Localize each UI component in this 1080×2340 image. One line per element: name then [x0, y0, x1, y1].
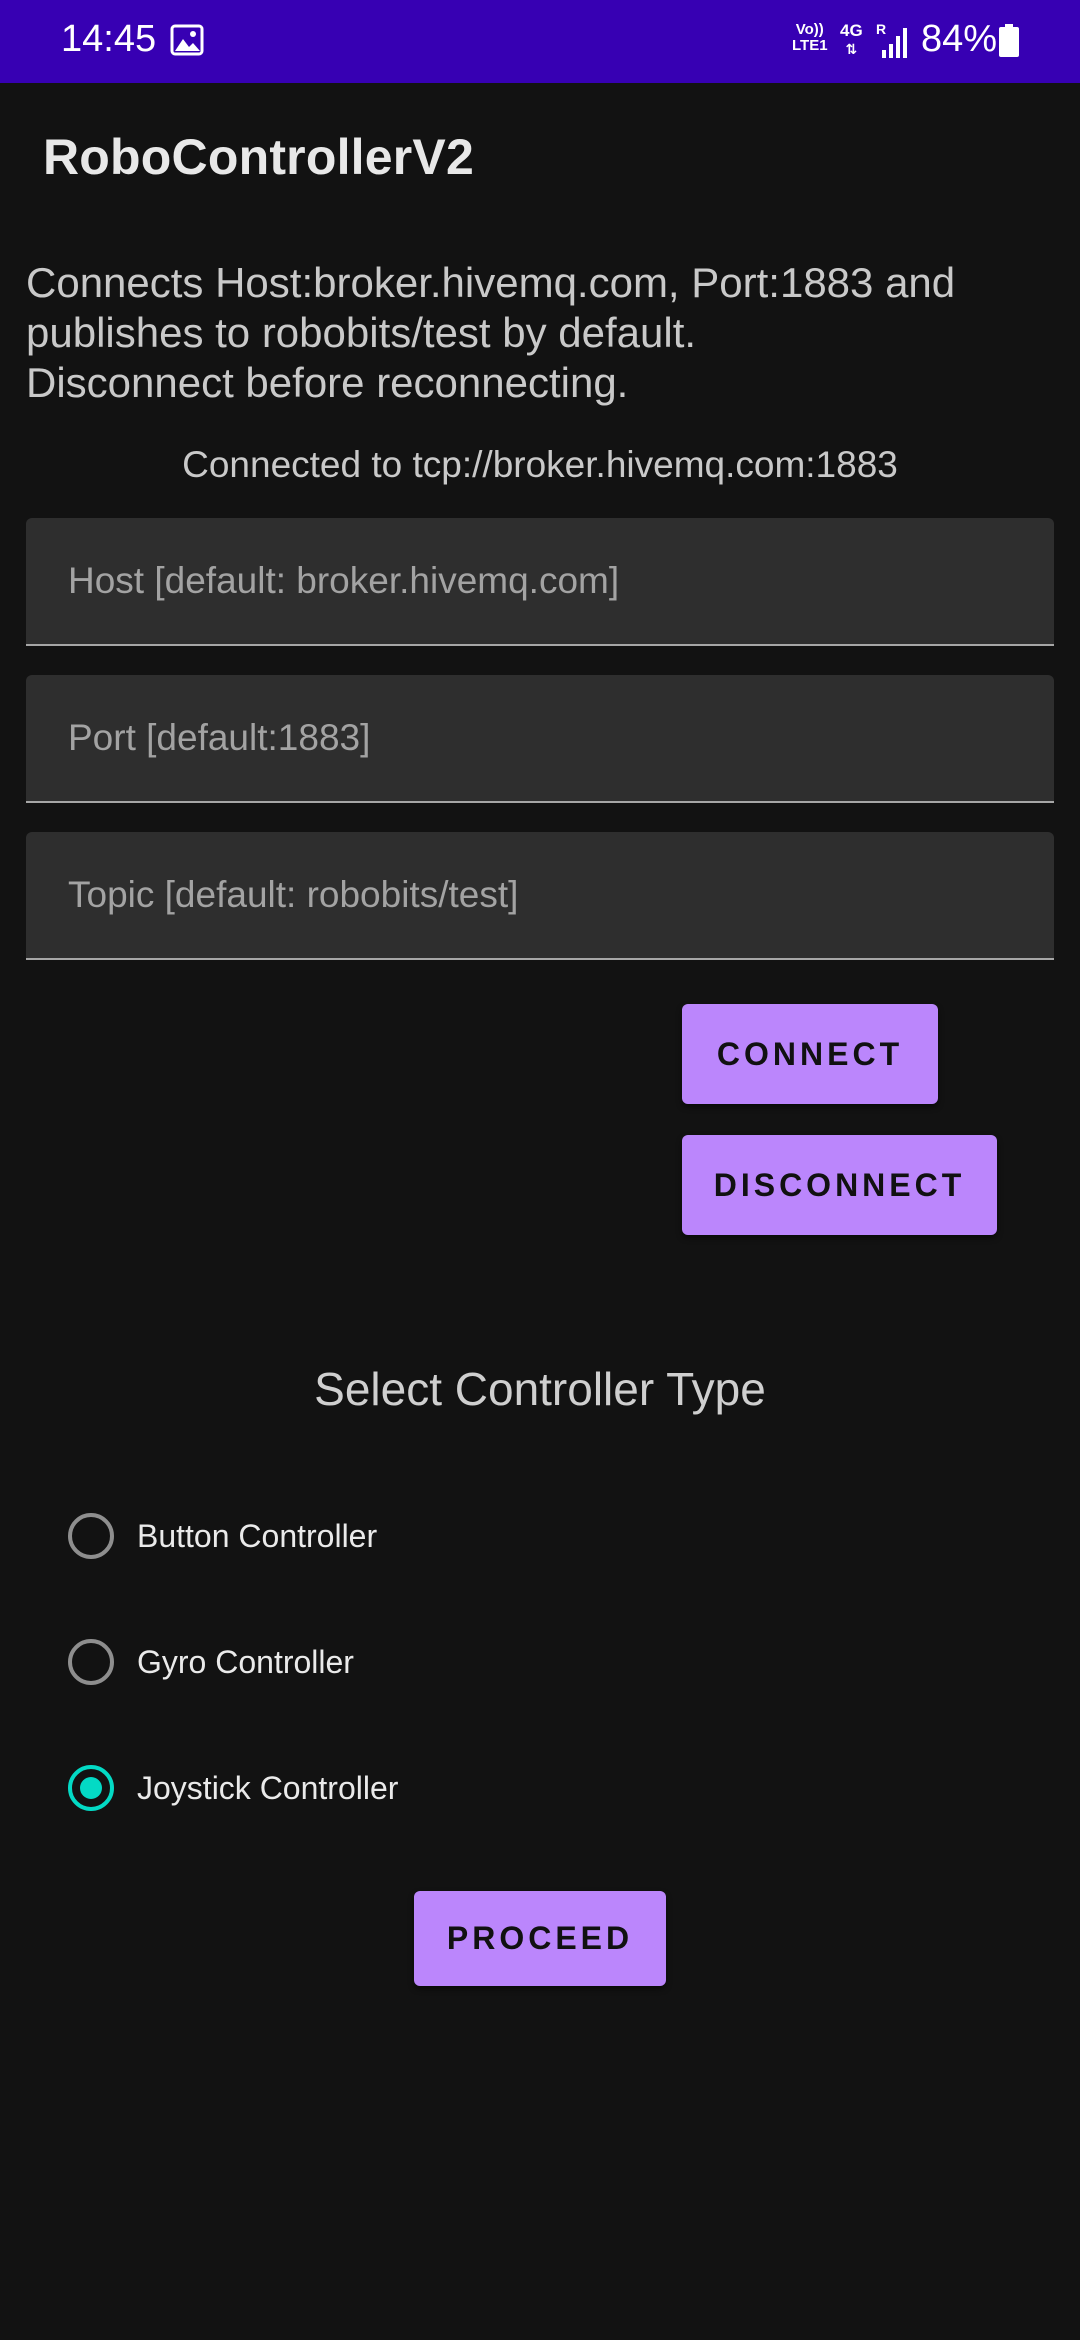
- radio-unchecked-icon[interactable]: [68, 1513, 114, 1559]
- mobile-data-label: 4G: [840, 21, 863, 40]
- battery-icon: [998, 24, 1020, 63]
- lte-label: LTE1: [792, 37, 828, 54]
- radio-label[interactable]: Joystick Controller: [137, 1770, 398, 1807]
- radio-label[interactable]: Gyro Controller: [137, 1644, 354, 1681]
- radio-label[interactable]: Button Controller: [137, 1518, 377, 1555]
- port-field[interactable]: [26, 675, 1054, 803]
- description-line: Connects Host:broker.hivemq.com, Port:18…: [26, 259, 956, 306]
- battery-percent: 84%: [921, 18, 998, 60]
- radio-checked-icon[interactable]: [68, 1765, 114, 1811]
- connect-button[interactable]: CONNECT: [682, 1004, 938, 1104]
- host-field[interactable]: [26, 518, 1054, 646]
- proceed-button[interactable]: PROCEED: [414, 1891, 666, 1986]
- mobile-data-indicator: 4G ⇅: [840, 22, 863, 58]
- controller-type-title: Select Controller Type: [314, 1363, 766, 1415]
- connection-status: Connected to tcp://broker.hivemq.com:188…: [182, 444, 898, 485]
- disconnect-button[interactable]: DISCONNECT: [682, 1135, 997, 1235]
- host-input[interactable]: [26, 518, 1054, 644]
- description-line: publishes to robobits/test by default.: [26, 309, 697, 356]
- radio-unchecked-icon[interactable]: [68, 1639, 114, 1685]
- data-arrows-icon: ⇅: [845, 41, 858, 57]
- volte-indicator: Vo)) LTE1: [792, 22, 828, 54]
- description-line: Disconnect before reconnecting.: [26, 359, 629, 406]
- roaming-label: R: [876, 22, 886, 37]
- volte-label: Vo)): [795, 21, 824, 38]
- topic-input[interactable]: [26, 832, 1054, 958]
- app-title: RoboControllerV2: [43, 129, 474, 185]
- description-text: Connects Host:broker.hivemq.com, Port:18…: [26, 258, 1056, 408]
- status-time: 14:45: [61, 18, 157, 60]
- status-bar: 14:45 Vo)) LTE1 4G ⇅ R 84%: [0, 0, 1080, 83]
- topic-field[interactable]: [26, 832, 1054, 960]
- gallery-notification-icon: [170, 24, 204, 61]
- signal-strength-icon: R: [876, 21, 908, 65]
- port-input[interactable]: [26, 675, 1054, 801]
